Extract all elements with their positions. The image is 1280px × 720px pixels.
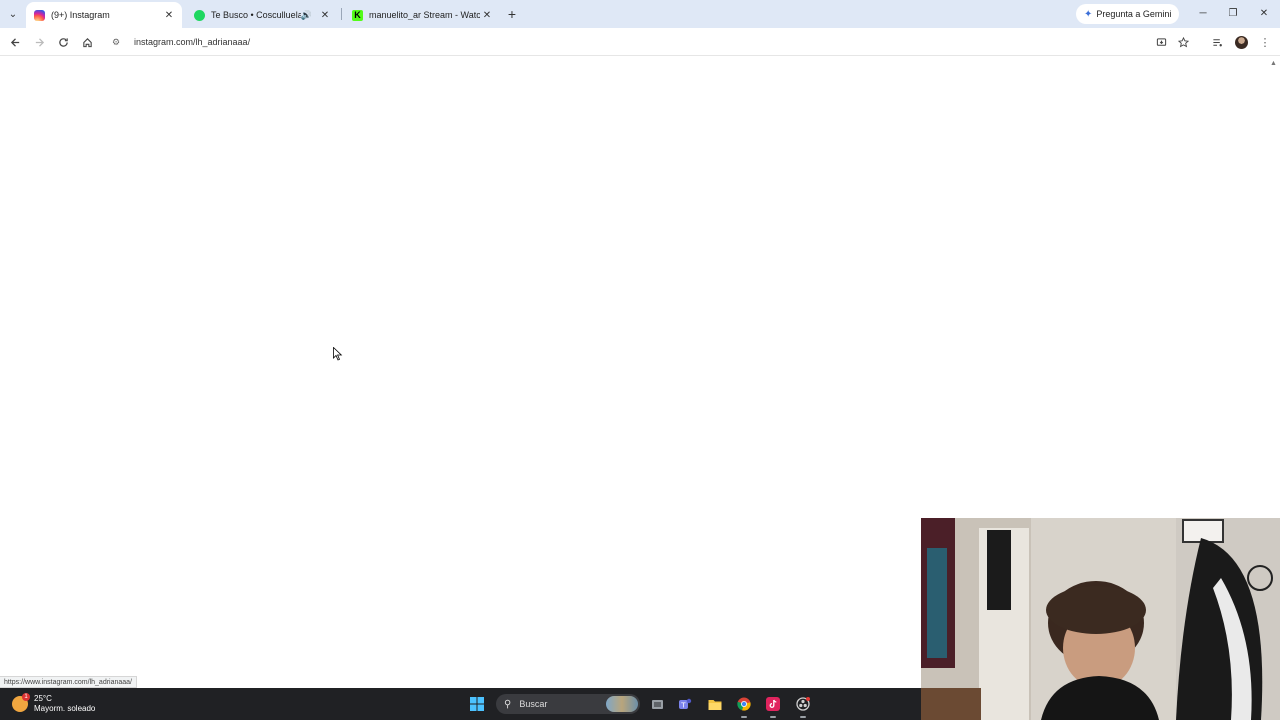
tab-spotify[interactable]: Te Busco • Cosculluela, Nick 🔊 ✕	[186, 2, 338, 28]
close-tab-icon[interactable]: ✕	[318, 8, 332, 22]
tab-strip: ⌄ (9+) Instagram ✕ Te Busco • Cosculluel…	[0, 0, 1280, 28]
running-indicator	[741, 716, 747, 718]
taskbar: 1 25°C Mayorm. soleado ⚲ Buscar T	[0, 688, 921, 720]
weather-widget[interactable]: 1 25°C Mayorm. soleado	[12, 693, 96, 714]
kick-icon: K	[352, 9, 363, 21]
arrow-left-icon[interactable]	[6, 33, 24, 51]
home-icon[interactable]	[78, 33, 96, 51]
kebab-menu-icon[interactable]: ⋮	[1256, 33, 1274, 51]
weather-description: Mayorm. soleado	[34, 704, 96, 713]
mouse-cursor-icon	[333, 347, 343, 361]
avatar[interactable]	[1232, 33, 1250, 51]
gemini-button[interactable]: ✦ Pregunta a Gemini	[1076, 4, 1180, 24]
new-tab-plus-icon[interactable]: +	[504, 6, 520, 22]
media-controls-icon[interactable]	[1208, 33, 1226, 51]
webcam-overlay	[921, 518, 1280, 720]
sun-icon: 1	[12, 693, 30, 712]
task-view-icon[interactable]	[649, 696, 665, 712]
chrome-icon[interactable]	[736, 696, 752, 712]
webcam-scene	[921, 518, 1280, 720]
spotify-icon	[194, 9, 205, 21]
install-app-icon[interactable]	[1152, 33, 1170, 51]
obs-icon[interactable]	[795, 696, 811, 712]
file-explorer-icon[interactable]	[707, 696, 723, 712]
star-icon[interactable]	[1174, 33, 1192, 51]
windows-start-icon[interactable]	[469, 696, 485, 712]
gemini-spark-icon: ✦	[1084, 8, 1093, 20]
tune-icon[interactable]: ⚙	[112, 37, 126, 48]
arrow-right-icon[interactable]	[30, 33, 48, 51]
tab-search-chevron-icon[interactable]: ⌄	[4, 5, 22, 23]
taskbar-search[interactable]: ⚲ Buscar	[496, 694, 640, 714]
tab-title: Te Busco • Cosculluela, Nick	[211, 10, 301, 20]
notification-badge: 1	[22, 693, 30, 701]
minimize-icon[interactable]: ─	[1192, 4, 1214, 22]
browser-toolbar: ⚙ instagram.com/lh_adrianaaa/ ⋮	[0, 28, 1280, 56]
running-indicator	[770, 716, 776, 718]
restore-icon[interactable]: ❐	[1222, 4, 1244, 22]
tab-kick[interactable]: K manuelito_ar Stream - Watch Li ✕	[344, 2, 500, 28]
close-tab-icon[interactable]: ✕	[480, 8, 494, 22]
search-placeholder: Buscar	[519, 699, 548, 709]
scroll-up-arrow-icon[interactable]: ▲	[1270, 60, 1277, 67]
reload-icon[interactable]	[54, 33, 72, 51]
url-text: instagram.com/lh_adrianaaa/	[134, 37, 251, 47]
close-tab-icon[interactable]: ✕	[162, 8, 176, 22]
gemini-label: Pregunta a Gemini	[1096, 9, 1172, 19]
link-status-bubble: https://www.instagram.com/lh_adrianaaa/	[0, 676, 138, 688]
instagram-icon	[34, 9, 45, 21]
search-icon: ⚲	[504, 698, 512, 710]
close-window-icon[interactable]: ✕	[1253, 4, 1275, 22]
tab-separator	[341, 8, 342, 20]
speaker-icon[interactable]: 🔊	[301, 10, 312, 21]
address-bar[interactable]: ⚙ instagram.com/lh_adrianaaa/	[104, 31, 1204, 53]
weather-temperature: 25°C	[34, 694, 52, 703]
tab-instagram[interactable]: (9+) Instagram ✕	[26, 2, 182, 28]
tab-title: (9+) Instagram	[51, 10, 110, 20]
tab-title: manuelito_ar Stream - Watch Li	[369, 10, 480, 20]
tiktok-icon[interactable]	[765, 696, 781, 712]
teams-icon[interactable]: T	[677, 696, 693, 712]
svg-text:T: T	[680, 702, 686, 710]
running-indicator	[800, 716, 806, 718]
search-highlight-image	[606, 696, 638, 712]
